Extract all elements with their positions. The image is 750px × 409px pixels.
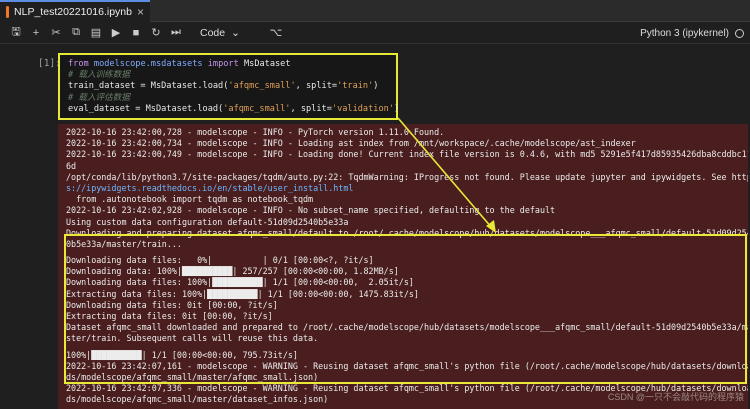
output-line: Using custom data configuration default-…	[66, 216, 349, 227]
paste-icon[interactable]: ▤	[86, 26, 106, 39]
code-token: modelscope.msdatasets	[93, 59, 203, 69]
code-string: 'afqmc_small'	[223, 103, 291, 114]
restart-icon[interactable]: ↻	[146, 26, 166, 39]
output-line: 2022-10-16 23:42:00,734 - modelscope - I…	[66, 138, 636, 149]
code-token: , split=	[290, 103, 332, 114]
code-token: eval_dataset = MsDataset.load(	[68, 103, 224, 114]
notebook-icon	[6, 6, 10, 18]
code-token: MsDataset	[243, 59, 291, 69]
restart-run-icon[interactable]: ⏭	[166, 26, 186, 39]
cell-type-select[interactable]: Code ⌄	[200, 27, 260, 39]
chevron-down-icon: ⌄	[231, 26, 240, 39]
code-comment: # 载入训练数据	[68, 70, 130, 81]
output-line: 100%|██████████| 1/1 [00:00<00:00, 795.7…	[66, 349, 298, 360]
output-line: Extracting data files: 0it [00:00, ?it/s…	[66, 311, 273, 321]
code-editor[interactable]: from modelscope.msdatasets import MsData…	[58, 53, 400, 120]
output-line: Downloading data files: 100%|██████████|…	[66, 277, 414, 288]
output-line: Downloading and preparing dataset afqmc_…	[66, 227, 748, 238]
output-line: ds/modelscope/afqmc_small/master/afqmc_s…	[66, 371, 319, 382]
code-token: import	[207, 59, 239, 69]
kernel-status-icon	[735, 28, 744, 38]
code-comment: # 载入评估数据	[68, 92, 130, 103]
close-icon[interactable]: ×	[137, 5, 144, 19]
watermark: CSDN @一只不会敲代码的程序猿	[607, 392, 744, 402]
cell-type-label: Code	[200, 26, 226, 39]
output-line: 2022-10-16 23:42:07,161 - modelscope - W…	[66, 360, 748, 371]
output-line: 6d	[66, 160, 77, 171]
tab-title: NLP_test20221016.ipynb	[14, 6, 132, 18]
code-token: train_dataset = MsDataset.load(	[68, 81, 229, 92]
code-string: 'validation'	[331, 103, 394, 114]
notebook-toolbar: 🖫 + ✂ ⧉ ▤ ▶ ■ ↻ ⏭ Code ⌄ ⌥ Python 3 (ipy…	[0, 22, 750, 44]
git-icon[interactable]: ⌥	[266, 26, 286, 39]
save-icon[interactable]: 🖫	[6, 23, 26, 42]
output-line: ster/train. Subsequent calls will reuse …	[66, 333, 319, 344]
output-line: Downloading data files: 0it [00:00, ?it/…	[66, 299, 278, 310]
kernel-name: Python 3 (ipykernel)	[640, 27, 729, 39]
code-string: 'afqmc_small'	[228, 81, 296, 92]
output-line: 2022-10-16 23:42:00,728 - modelscope - I…	[66, 127, 445, 137]
output-line: Downloading data: 100%|██████████| 257/2…	[66, 266, 399, 277]
code-string: 'train'	[337, 81, 374, 92]
tab-notebook[interactable]: NLP_test20221016.ipynb ×	[0, 0, 150, 22]
stop-icon[interactable]: ■	[126, 27, 146, 39]
add-cell-icon[interactable]: +	[26, 27, 46, 39]
output-line: /opt/conda/lib/python3.7/site-packages/t…	[66, 171, 748, 182]
cut-icon[interactable]: ✂	[46, 26, 66, 39]
code-token: )	[393, 103, 400, 114]
output-line: 2022-10-16 23:42:00,749 - modelscope - I…	[66, 149, 748, 160]
output-line: from .autonotebook import tqdm as notebo…	[66, 194, 314, 205]
output-line: Extracting data files: 100%|██████████| …	[66, 288, 419, 299]
run-icon[interactable]: ▶	[106, 26, 126, 39]
copy-icon[interactable]: ⧉	[66, 26, 86, 39]
cell-output: 2022-10-16 23:42:00,728 - modelscope - I…	[58, 124, 748, 409]
kernel-indicator[interactable]: Python 3 (ipykernel)	[640, 22, 744, 44]
code-token: , split=	[295, 81, 338, 92]
code-token: )	[373, 81, 379, 92]
output-line: 2022-10-16 23:42:02,928 - modelscope - I…	[66, 205, 556, 216]
output-line: Downloading data files: 0%| | 0/1 [00:00…	[66, 255, 374, 266]
output-line: Dataset afqmc_small downloaded and prepa…	[66, 322, 748, 333]
tab-bar: NLP_test20221016.ipynb ×	[0, 0, 750, 22]
code-token: from	[68, 59, 89, 69]
output-line: s://ipywidgets.readthedocs.io/en/stable/…	[66, 182, 354, 193]
output-line: 0b5e33a/master/train...	[66, 238, 182, 249]
